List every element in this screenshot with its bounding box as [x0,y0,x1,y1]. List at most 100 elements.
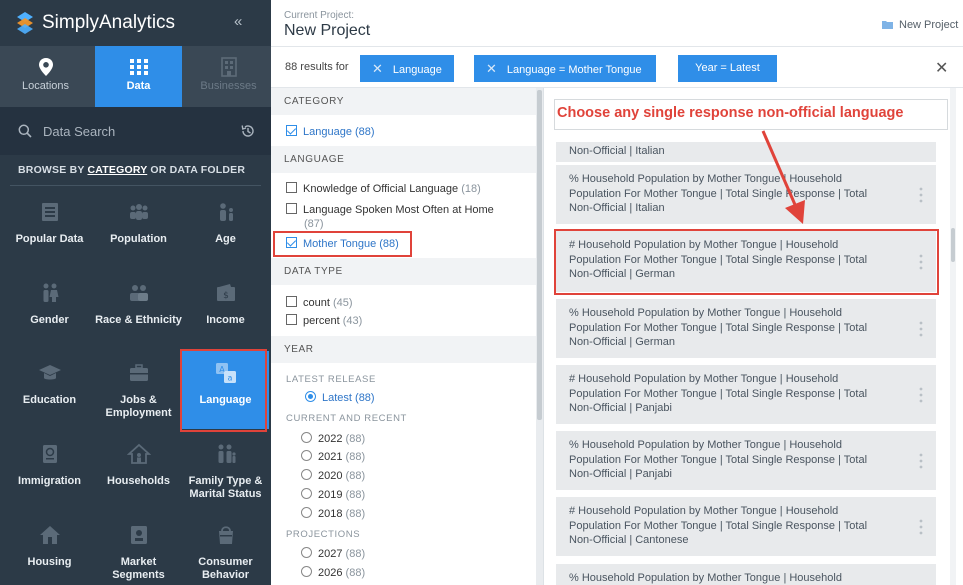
remove-filter-icon[interactable]: ✕ [372,55,383,82]
category-income[interactable]: $ Income [182,271,269,349]
data-search-input[interactable] [43,119,223,143]
result-item[interactable]: # Household Population by Mother Tongue … [556,365,936,424]
result-item[interactable]: % Household Population by Mother Tongue … [556,431,936,490]
more-options-icon[interactable] [919,453,923,469]
category-gender[interactable]: Gender [6,271,93,349]
collapse-sidebar-button[interactable]: « [234,13,242,30]
radio[interactable] [301,469,312,480]
more-options-icon[interactable] [919,519,923,535]
filter-option-latest[interactable]: Latest (88) [305,391,375,404]
tab-label: Locations [21,80,70,92]
category-race-ethnicity[interactable]: Race & Ethnicity [95,271,182,349]
result-item[interactable]: % Household Population by Mother Tongue … [556,165,936,224]
filter-option-language-spoken-at-home[interactable]: Language Spoken Most Often at Home (87) [286,203,516,231]
filter-option-knowledge-official-language[interactable]: Knowledge of Official Language (18) [286,182,481,195]
more-options-icon[interactable] [919,321,923,337]
annotation-callout: Choose any single response non-official … [554,99,948,130]
section-heading-year: YEAR [271,336,536,363]
radio[interactable] [301,432,312,443]
briefcase-icon [129,364,148,381]
category-label: Language [199,394,252,406]
result-item[interactable]: Non-Official | Italian [556,142,936,162]
category-jobs-employment[interactable]: Jobs & Employment [95,351,182,429]
map-pin-icon [38,58,53,76]
filter-option-year[interactable]: 2021 (88) [301,450,365,463]
checkbox[interactable] [286,182,297,193]
clear-filters-close-icon[interactable]: ✕ [935,58,948,78]
radio[interactable] [301,450,312,461]
category-popular-data[interactable]: Popular Data [6,190,93,268]
filter-option-percent[interactable]: percent (43) [286,314,362,327]
tab-locations[interactable]: Locations [2,46,89,107]
filter-option-mother-tongue[interactable]: Mother Tongue (88) [286,237,399,250]
result-item[interactable]: # Household Population by Mother Tongue … [556,231,936,292]
database-icon [41,203,58,221]
filter-chip-mother-tongue[interactable]: ✕ Language = Mother Tongue [474,55,656,82]
people-group-icon [129,204,148,220]
section-heading-data-type: DATA TYPE [271,258,536,285]
house-icon [39,526,60,544]
filter-option-year[interactable]: 2022 (88) [301,432,365,445]
filter-option-year[interactable]: 2027 (88) [301,547,365,560]
radio[interactable] [301,547,312,558]
shopping-icon [218,526,233,544]
category-education[interactable]: Education [6,351,93,429]
search-icon [18,124,32,138]
remove-filter-icon[interactable]: ✕ [486,55,497,82]
results-scrollbar-track[interactable] [950,88,956,585]
section-heading-language: LANGUAGE [271,146,536,173]
filter-option-year[interactable]: 2019 (88) [301,488,365,501]
radio[interactable] [301,507,312,518]
filter-chip-year[interactable]: Year = Latest [678,55,777,82]
filter-option-language[interactable]: Language (88) [286,125,375,138]
household-icon [126,443,151,464]
result-item[interactable]: % Household Population by Mother Tongue … [556,564,936,585]
category-family-type-marital-status[interactable]: Family Type & Marital Status [182,432,269,510]
category-market-segments[interactable]: Market Segments [95,513,182,585]
more-options-icon[interactable] [919,187,923,203]
filter-option-year[interactable]: 2026 (88) [301,566,365,579]
filter-option-year[interactable]: 2018 (88) [301,507,365,520]
more-options-icon[interactable] [919,387,923,403]
category-age[interactable]: Age [182,190,269,268]
tab-businesses[interactable]: Businesses [185,46,271,107]
radio-checked[interactable] [305,391,316,402]
category-language[interactable]: Aa Language [182,351,269,429]
category-population[interactable]: Population [95,190,182,268]
tab-data[interactable]: Data [95,46,182,107]
category-label: Family Type & Marital Status [188,475,263,500]
checkbox[interactable] [286,296,297,307]
history-icon[interactable] [240,123,256,139]
svg-text:$: $ [223,291,229,301]
checkbox[interactable] [286,314,297,325]
category-housing[interactable]: Housing [6,513,93,585]
category-label: Population [110,233,167,245]
divider [10,185,261,186]
radio[interactable] [301,566,312,577]
category-consumer-behavior[interactable]: Consumer Behavior [182,513,269,585]
radio[interactable] [301,488,312,499]
segments-icon [130,526,147,544]
filter-scrollbar-thumb[interactable] [537,90,542,420]
logo-bar: SimplyAnalytics « [0,0,271,46]
projections-heading: PROJECTIONS [286,529,361,540]
results-scrollbar-thumb[interactable] [951,228,955,262]
browse-by-data-folder-link[interactable]: DATA FOLDER [170,164,246,176]
result-item[interactable]: % Household Population by Mother Tongue … [556,299,936,358]
current-project-caption: Current Project: [284,10,355,21]
filter-option-count[interactable]: count (45) [286,296,353,309]
checkbox-checked[interactable] [286,125,297,136]
tab-label: Businesses [200,80,257,92]
filter-chip-language[interactable]: ✕ Language [360,55,454,82]
browse-by-category-link[interactable]: CATEGORY [87,164,147,176]
results-panel: Non-Official | Italian % Household Popul… [545,88,963,585]
checkbox-checked[interactable] [286,237,297,248]
category-households[interactable]: Households [95,432,182,510]
category-immigration[interactable]: Immigration [6,432,93,510]
result-item[interactable]: # Household Population by Mother Tongue … [556,497,936,556]
checkbox[interactable] [286,203,297,214]
new-project-link[interactable]: New Project [882,19,958,31]
filter-option-year[interactable]: 2020 (88) [301,469,365,482]
more-options-icon[interactable] [919,254,923,270]
logo-icon [17,12,33,34]
